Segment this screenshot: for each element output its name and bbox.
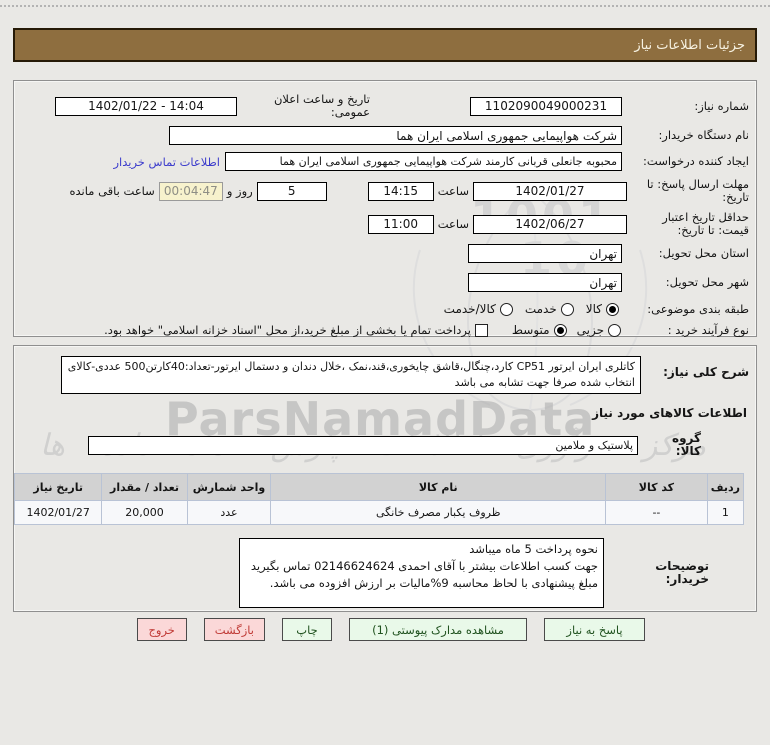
procurement-detail-page: { "header": { "title": "جزئیات اطلاعات ن…: [0, 0, 770, 745]
treasury-checkbox-label: پرداخت تمام یا بخشی از مبلغ خرید،از محل …: [104, 323, 471, 337]
countdown-timer: 00:04:47: [158, 181, 223, 201]
province-field[interactable]: تهران: [468, 244, 622, 263]
cell-goods-name: ظروف یکبار مصرف خانگی: [270, 500, 607, 525]
announce-datetime-field[interactable]: 1402/01/22 - 14:04: [55, 96, 237, 116]
city-field[interactable]: تهران: [468, 273, 622, 292]
cell-quantity: 20,000: [101, 500, 188, 525]
radio-partial-label: جزیی: [576, 323, 604, 337]
action-button-row: پاسخ به نیاز مشاهده مدارک پیوستی (1) چاپ…: [13, 618, 757, 641]
creator-row: ایجاد کننده درخواست: محبوبه جانعلی قربان…: [21, 152, 749, 171]
creator-label: ایجاد کننده درخواست:: [643, 154, 749, 168]
cell-goods-code: --: [605, 500, 708, 525]
need-number-field[interactable]: 1102090049000231: [470, 96, 622, 116]
buyer-org-label: نام دستگاه خریدار:: [658, 128, 749, 142]
table-row: 1 -- ظروف یکبار مصرف خانگی عدد 20,000 14…: [13, 500, 745, 525]
buyer-org-row: نام دستگاه خریدار: شرکت هواپیمایی جمهوری…: [21, 126, 749, 145]
note-line: مبلغ پیشنهادی با لحاظ محاسبه 9%مالیات بر…: [269, 576, 598, 590]
validity-date-field[interactable]: 1402/06/27: [473, 214, 627, 234]
deadline-time-field[interactable]: 14:15: [367, 181, 434, 201]
radio-goods-label: کالا: [585, 302, 602, 316]
cell-unit: عدد: [186, 500, 272, 525]
radio-goods-service-label: کالا/خدمت: [443, 302, 496, 316]
general-info-panel: شماره نیاز: 1102090049000231 تاریخ و ساع…: [13, 80, 757, 337]
goods-group-field[interactable]: پلاستیک و ملامین: [88, 435, 638, 455]
treasury-checkbox[interactable]: [474, 323, 488, 337]
col-goods-name: نام کالا: [270, 473, 607, 501]
col-goods-code: کد کالا: [605, 473, 708, 501]
deadline-row: مهلت ارسال پاسخ: تا تاریخ: 1402/01/27 سا…: [21, 177, 750, 204]
treasury-checkbox-option[interactable]: پرداخت تمام یا بخشی از مبلغ خرید،از محل …: [104, 323, 488, 337]
buyer-notes-box: نحوه پرداخت 5 ماه میباشد جهت کسب اطلاعات…: [239, 538, 604, 608]
col-need-date: تاریخ نیاز: [13, 473, 103, 501]
process-type-row: نوع فرآیند خرید : جزیی متوسط پرداخت تمام…: [21, 323, 749, 337]
buyer-notes-label: توضیحات خریدار:: [655, 559, 709, 586]
validity-hour-label: ساعت: [437, 216, 469, 231]
items-section-title: اطلاعات کالاهای مورد نیاز: [592, 406, 747, 420]
radio-service-label: خدمت: [524, 302, 557, 316]
goods-group-row: گروه کالا: پلاستیک و ملامین: [21, 432, 749, 458]
process-type-label: نوع فرآیند خرید :: [667, 322, 749, 337]
radio-medium[interactable]: متوسط: [512, 323, 567, 337]
items-table: ردیف کد کالا نام کالا واحد شمارش تعداد /…: [13, 473, 745, 525]
respond-to-need-button[interactable]: پاسخ به نیاز: [544, 618, 645, 641]
page-title: جزئیات اطلاعات نیاز: [634, 37, 745, 53]
radio-goods[interactable]: کالا: [586, 302, 619, 316]
top-divider: [0, 5, 770, 7]
col-row-number: ردیف: [706, 473, 745, 501]
radio-medium-label: متوسط: [511, 323, 550, 337]
print-button[interactable]: چاپ: [282, 618, 332, 641]
radio-partial[interactable]: جزیی: [577, 323, 621, 337]
radio-service[interactable]: خدمت: [525, 302, 574, 316]
province-row: استان محل تحویل: تهران: [21, 244, 749, 263]
need-number-row: شماره نیاز: 1102090049000231 تاریخ و ساع…: [21, 93, 749, 119]
price-validity-row: حداقل تاریخ اعتبار قیمت: تا تاریخ: 1402/…: [21, 211, 749, 237]
deadline-hour-label: ساعت: [437, 183, 469, 198]
page-title-bar: جزئیات اطلاعات نیاز: [13, 28, 757, 62]
days-remaining-field[interactable]: 5: [256, 181, 327, 201]
radio-goods-service-icon[interactable]: [499, 302, 513, 316]
need-number-label: شماره نیاز:: [694, 98, 749, 113]
goods-group-label: گروه کالا:: [672, 431, 701, 458]
description-row: شرح کلی نیاز: کاتلری ایران ایرتور CP51 ک…: [21, 356, 749, 394]
exit-button[interactable]: خروج: [136, 618, 187, 641]
hours-remaining-label: ساعت باقی مانده: [69, 183, 155, 198]
province-label: استان محل تحویل:: [658, 246, 749, 260]
buyer-notes-row: توضیحات خریدار: نحوه پرداخت 5 ماه میباشد…: [21, 538, 749, 608]
buyer-org-field[interactable]: شرکت هواپیمایی جمهوری اسلامی ایران هما: [169, 126, 622, 145]
announce-datetime-label: تاریخ و ساعت اعلان عمومی:: [273, 92, 370, 119]
validity-time-field[interactable]: 11:00: [367, 214, 434, 234]
creator-field[interactable]: محبوبه جانعلی قربانی کارمند شرکت هواپیما…: [225, 152, 622, 171]
deadline-label: مهلت ارسال پاسخ: تا تاریخ:: [646, 177, 749, 204]
buyer-contact-link[interactable]: اطلاعات تماس خریدار: [113, 155, 220, 169]
note-line: نحوه پرداخت 5 ماه میباشد: [469, 542, 598, 556]
radio-goods-icon[interactable]: [606, 302, 619, 316]
cell-need-date: 1402/01/27: [13, 500, 103, 525]
days-and-label: روز و: [226, 183, 253, 198]
note-line: جهت کسب اطلاعات بیشتر با آقای احمدی 0214…: [250, 559, 598, 573]
items-table-header-row: ردیف کد کالا نام کالا واحد شمارش تعداد /…: [13, 473, 745, 501]
deadline-date-field[interactable]: 1402/01/27: [473, 181, 627, 201]
radio-goods-service[interactable]: کالا/خدمت: [444, 302, 513, 316]
back-button[interactable]: بازگشت: [203, 618, 265, 641]
col-quantity: تعداد / مقدار: [101, 473, 188, 501]
need-details-panel: شرح کلی نیاز: کاتلری ایران ایرتور CP51 ک…: [13, 345, 757, 612]
radio-service-icon[interactable]: [560, 302, 574, 316]
classification-row: طبقه بندی موضوعی: کالا خدمت کالا/خدمت: [21, 302, 749, 316]
city-label: شهر محل تحویل:: [665, 275, 749, 289]
radio-partial-icon[interactable]: [608, 323, 621, 337]
view-attachments-button[interactable]: مشاهده مدارک پیوستی (1): [349, 618, 527, 641]
cell-row-number: 1: [706, 500, 745, 525]
radio-medium-icon[interactable]: [553, 323, 567, 337]
col-unit: واحد شمارش: [186, 473, 272, 501]
classification-label: طبقه بندی موضوعی:: [647, 301, 749, 316]
description-label: شرح کلی نیاز:: [663, 365, 749, 379]
description-box: کاتلری ایران ایرتور CP51 کارد،چنگال،قاشق…: [61, 356, 641, 394]
city-row: شهر محل تحویل: تهران: [21, 273, 749, 292]
price-validity-label: حداقل تاریخ اعتبار قیمت: تا تاریخ:: [662, 210, 749, 237]
